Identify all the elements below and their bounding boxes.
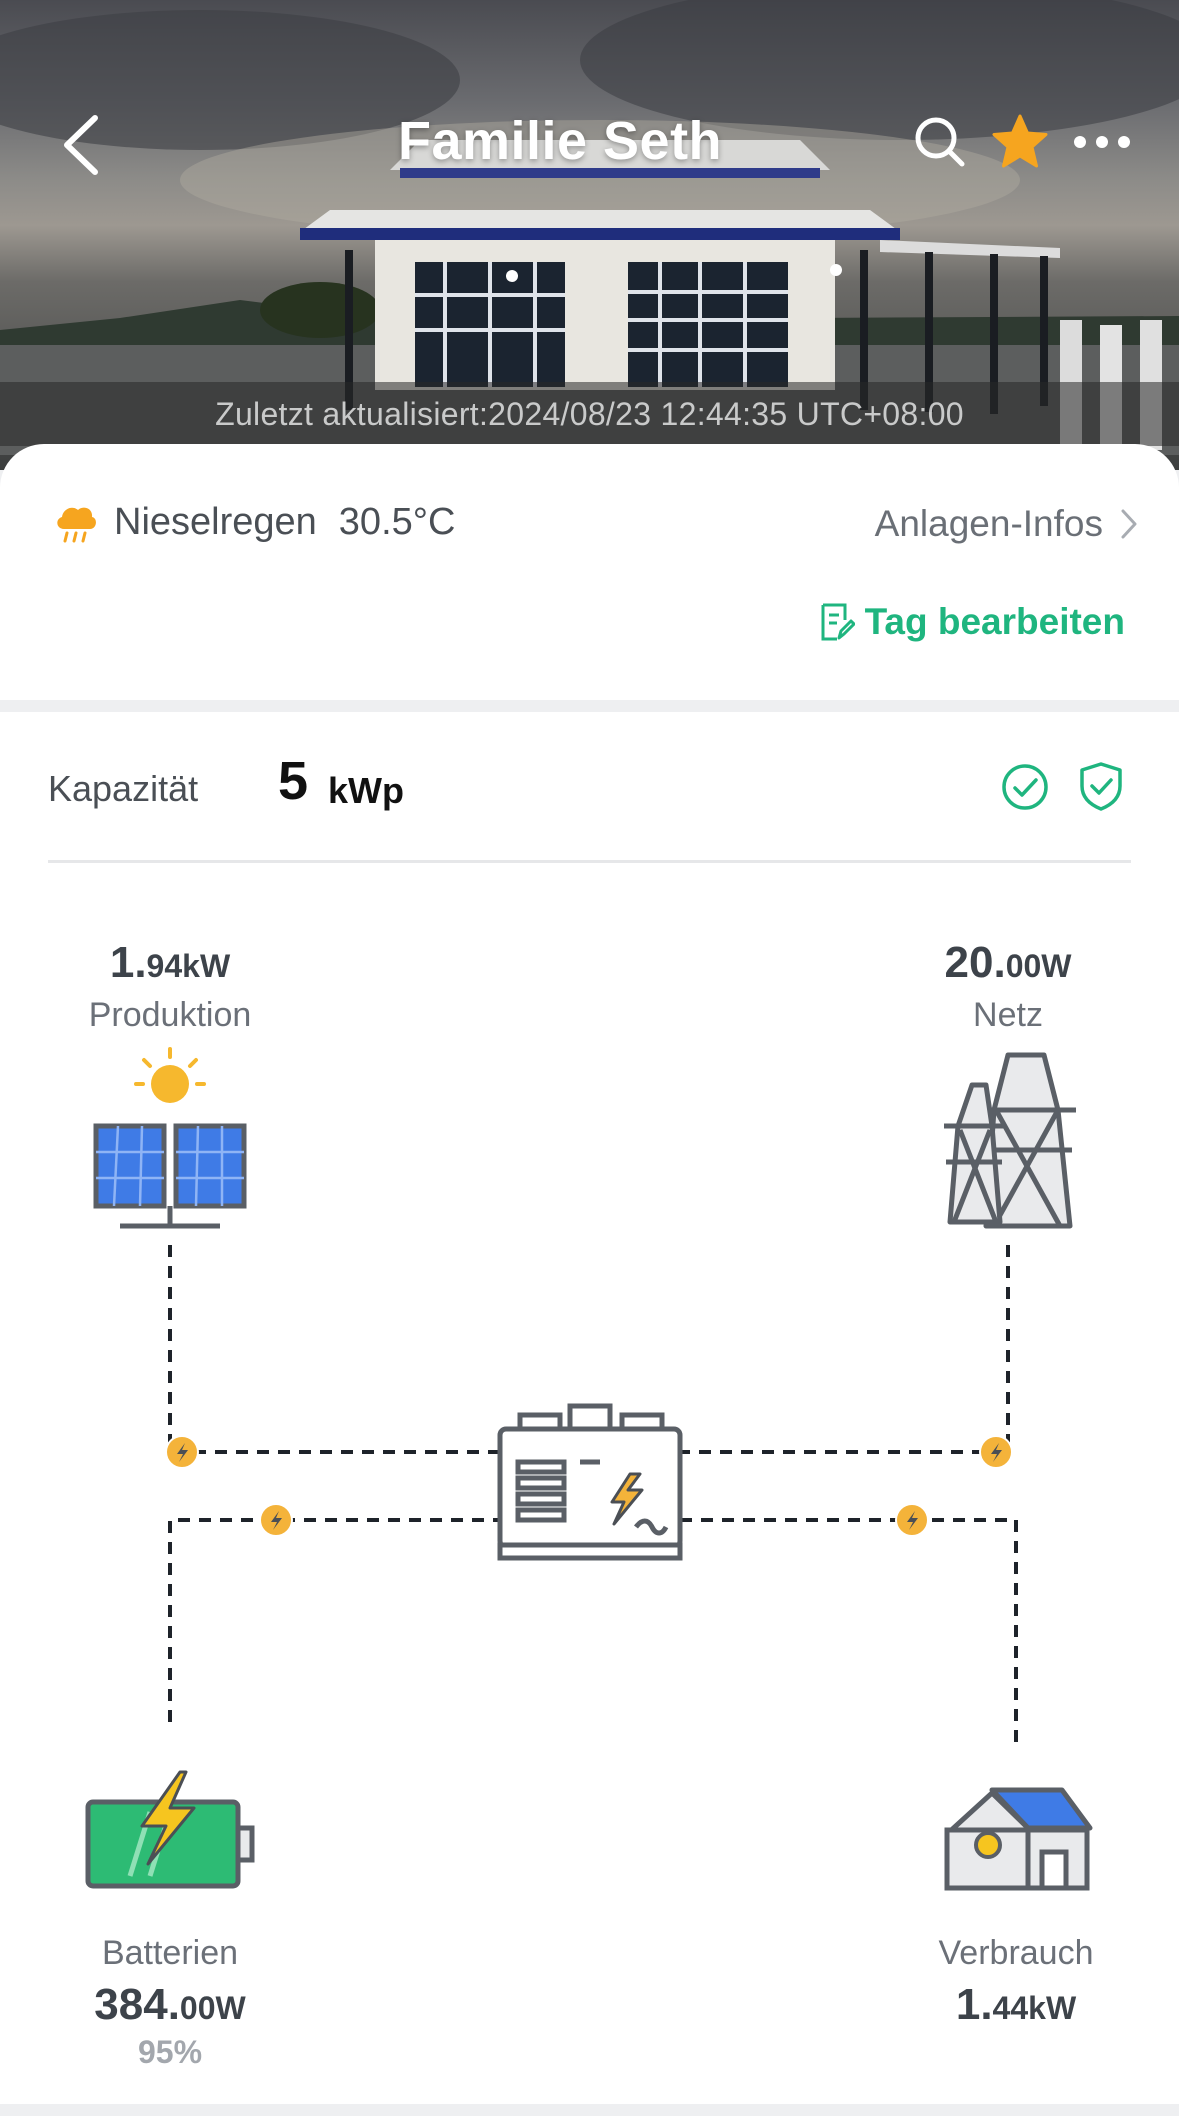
solar-panel-icon <box>93 1047 247 1229</box>
production-label: Produktion <box>88 996 252 1034</box>
power-tower-icon <box>944 1052 1076 1229</box>
info-card: Nieselregen 30.5°C Anlagen-Infos Tag bea… <box>0 444 1179 700</box>
edit-note-icon <box>821 603 855 641</box>
hero-header: Familie Seth Zuletzt aktualisiert:2024/0… <box>0 0 1179 470</box>
temperature: 30.5°C <box>338 500 456 543</box>
flow-dot-icon <box>259 1503 293 1537</box>
grid-value: 20.00W <box>944 938 1072 987</box>
flow-dot-icon <box>895 1503 929 1537</box>
inverter-icon <box>497 1403 683 1561</box>
search-button[interactable] <box>912 114 968 170</box>
house-icon <box>944 1787 1093 1891</box>
favorite-button[interactable] <box>990 112 1050 172</box>
edit-tag-label: Tag bearbeiten <box>864 601 1125 642</box>
grid-label: Netz <box>973 996 1043 1034</box>
more-options-button[interactable] <box>1070 114 1134 170</box>
plant-info-link[interactable]: Anlagen-Infos <box>875 496 1139 552</box>
consumption-label: Verbrauch <box>938 1934 1094 1972</box>
plant-info-label: Anlagen-Infos <box>874 503 1103 544</box>
more-dots-icon <box>1074 136 1130 148</box>
battery-soc: 95% <box>137 2034 203 2070</box>
weather-condition: Nieselregen <box>114 500 317 543</box>
battery-icon <box>85 1770 255 1889</box>
last-updated-text: Zuletzt aktualisiert:2024/08/23 12:44:35… <box>0 382 1179 446</box>
search-icon <box>915 117 965 167</box>
edit-tag-button[interactable]: Tag bearbeiten <box>819 594 1125 650</box>
battery-label: Batterien <box>101 1934 239 1972</box>
energy-flow-diagram <box>85 1047 1093 1891</box>
star-icon <box>992 114 1048 168</box>
cloud-rain-icon <box>57 507 96 543</box>
top-navigation-bar: Familie Seth <box>0 100 1179 190</box>
chevron-right-icon <box>1121 509 1137 539</box>
consumption-value: 1.44kW <box>955 1980 1077 2029</box>
energy-flow-card: Kapazität 5 kWp 1.94kW Produktion 20.00W… <box>0 712 1179 2104</box>
production-value: 1.94kW <box>109 938 231 987</box>
battery-value: 384.00W <box>94 1980 246 2029</box>
flow-dot-icon <box>979 1435 1013 1469</box>
weather-info: Nieselregen 30.5°C <box>52 492 455 552</box>
flow-dot-icon <box>165 1435 199 1469</box>
